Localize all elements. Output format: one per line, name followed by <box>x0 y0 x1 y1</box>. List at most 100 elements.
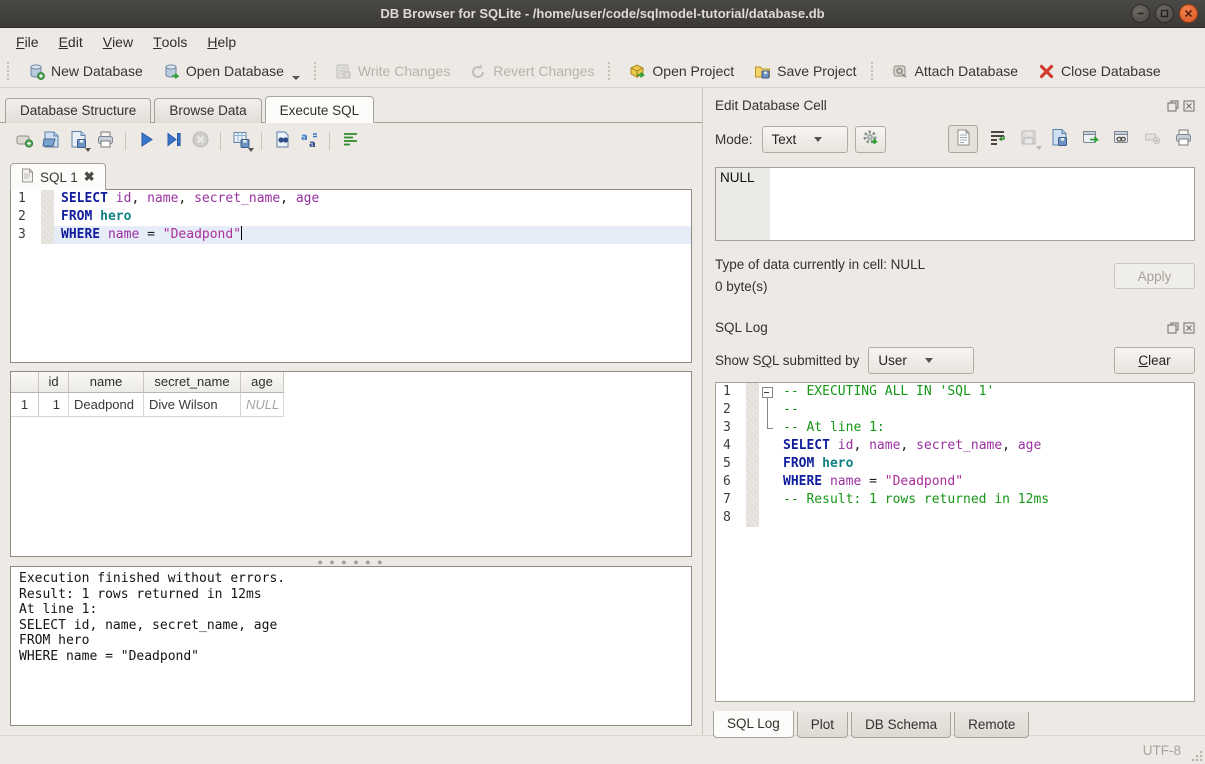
column-header-id[interactable]: id <box>39 372 69 393</box>
execution-message-box[interactable]: Execution finished without errors. Resul… <box>10 566 692 726</box>
token-id: name <box>869 438 900 453</box>
auto-switch-mode-button[interactable] <box>855 126 886 153</box>
clear-log-button[interactable]: Clear <box>1114 347 1195 374</box>
column-header-secret-name[interactable]: secret_name <box>144 372 241 393</box>
token-id: name <box>147 191 178 206</box>
dock-tab-remote[interactable]: Remote <box>954 712 1029 738</box>
close-database-button[interactable]: Close Database <box>1029 57 1170 85</box>
tab-execute-sql[interactable]: Execute SQL <box>265 96 375 123</box>
window-title: DB Browser for SQLite - /home/user/code/… <box>380 6 824 21</box>
code-text[interactable] <box>776 509 1194 527</box>
float-panel-icon[interactable] <box>1166 321 1179 334</box>
cell-value: NULL <box>716 168 770 240</box>
menu-help[interactable]: Help <box>197 28 246 55</box>
token-pl: , <box>131 191 147 206</box>
execute-line-button[interactable] <box>161 129 185 153</box>
save-results-button[interactable] <box>229 129 253 153</box>
token-id: id <box>116 191 132 206</box>
print-cell-button[interactable] <box>1171 127 1195 151</box>
minimize-button[interactable] <box>1131 4 1150 23</box>
code-text[interactable]: -- Result: 1 rows returned in 12ms <box>776 491 1194 509</box>
write-changes-button[interactable]: Write Changes <box>326 57 459 85</box>
chevron-down-icon[interactable] <box>1036 146 1042 150</box>
encoding-indicator[interactable]: UTF-8 <box>1143 743 1181 758</box>
open-link-button[interactable] <box>1109 127 1133 151</box>
code-text[interactable]: FROM hero <box>54 208 691 226</box>
import-cell-button[interactable] <box>1047 127 1071 151</box>
sql-doc-tab[interactable]: SQL 1 ✖ <box>10 163 106 190</box>
tab-browse-data[interactable]: Browse Data <box>154 98 261 123</box>
menu-edit[interactable]: Edit <box>49 28 93 55</box>
text-mode-button[interactable] <box>948 125 978 153</box>
open-external-button[interactable] <box>1078 127 1102 151</box>
code-text[interactable]: -- EXECUTING ALL IN 'SQL 1' <box>776 383 1194 401</box>
dock-tab-plot[interactable]: Plot <box>797 712 848 738</box>
row-number[interactable]: 1 <box>11 393 39 417</box>
token-pl <box>108 191 116 206</box>
chevron-down-icon[interactable] <box>292 76 300 80</box>
column-header-name[interactable]: name <box>69 372 144 393</box>
code-text[interactable]: FROM hero <box>776 455 1194 473</box>
close-panel-icon[interactable] <box>1182 99 1195 112</box>
revert-changes-button[interactable]: Revert Changes <box>461 57 603 85</box>
close-tab-icon[interactable]: ✖ <box>84 169 95 185</box>
word-wrap-button[interactable] <box>338 129 362 153</box>
tab-database-structure[interactable]: Database Structure <box>5 98 151 123</box>
format-sql-button[interactable]: aa <box>297 129 321 153</box>
sql-editor[interactable]: 1SELECT id, name, secret_name, age2FROM … <box>10 189 692 363</box>
menu-file[interactable]: File <box>6 28 49 55</box>
code-text[interactable]: -- At line 1: <box>776 419 1194 437</box>
save-project-button[interactable]: Save Project <box>745 57 865 85</box>
attach-database-button[interactable]: Attach Database <box>883 57 1028 85</box>
code-text[interactable]: -- <box>776 401 1194 419</box>
word-wrap-cell-button[interactable] <box>985 127 1009 151</box>
editor-margin <box>746 401 759 419</box>
cell-id[interactable]: 1 <box>39 393 69 417</box>
set-null-button[interactable] <box>1140 127 1164 151</box>
maximize-button[interactable] <box>1155 4 1174 23</box>
cell-name[interactable]: Deadpond <box>69 393 144 417</box>
submitted-by-select[interactable]: User <box>868 347 974 374</box>
print-sql-button[interactable] <box>93 129 117 153</box>
cell-age[interactable]: NULL <box>241 393 284 417</box>
execute-all-button[interactable] <box>134 129 158 153</box>
mode-select[interactable]: Text <box>762 126 848 153</box>
chevron-down-icon[interactable] <box>248 148 254 152</box>
format-sql-icon: aa <box>300 130 319 152</box>
code-text[interactable]: WHERE name = "Deadpond" <box>54 226 691 244</box>
menu-tools[interactable]: Tools <box>143 28 197 55</box>
line-number: 7 <box>716 491 746 509</box>
open-sql-file-button[interactable] <box>39 129 63 153</box>
column-header-age[interactable]: age <box>241 372 284 393</box>
apply-button[interactable]: Apply <box>1114 263 1195 289</box>
resize-grip-icon[interactable] <box>1191 750 1203 762</box>
editor-margin <box>746 419 759 437</box>
find-replace-button[interactable] <box>270 129 294 153</box>
save-sql-file-button[interactable] <box>66 129 90 153</box>
close-panel-icon[interactable] <box>1182 321 1195 334</box>
code-text[interactable]: SELECT id, name, secret_name, age <box>54 190 691 208</box>
cell-value-editor[interactable]: NULL <box>715 167 1195 241</box>
new-database-button[interactable]: New Database <box>19 57 152 85</box>
dock-tab-sql-log[interactable]: SQL Log <box>713 711 794 738</box>
close-button[interactable] <box>1179 4 1198 23</box>
toolbar-separator <box>261 132 262 150</box>
float-panel-icon[interactable] <box>1166 99 1179 112</box>
code-text[interactable]: WHERE name = "Deadpond" <box>776 473 1194 491</box>
save-cell-button[interactable] <box>1016 127 1040 151</box>
menu-view[interactable]: View <box>93 28 143 55</box>
chevron-down-icon[interactable] <box>85 148 91 152</box>
toolbar-button-label: Open Database <box>186 63 284 79</box>
open-database-button[interactable]: Open Database <box>154 57 309 85</box>
sql-log-view[interactable]: 1-- EXECUTING ALL IN 'SQL 1'2--3-- At li… <box>715 382 1195 702</box>
open-project-button[interactable]: Open Project <box>620 57 743 85</box>
stop-button[interactable] <box>188 129 212 153</box>
results-message-splitter[interactable]: ● ● ● ● ● ● <box>0 557 702 566</box>
dock-tab-db-schema[interactable]: DB Schema <box>851 712 951 738</box>
token-pl: , <box>1002 438 1018 453</box>
new-sql-tab-button[interactable] <box>12 129 36 153</box>
code-text[interactable]: SELECT id, name, secret_name, age <box>776 437 1194 455</box>
fold-marker-icon[interactable] <box>759 383 776 401</box>
cell-secret-name[interactable]: Dive Wilson <box>144 393 241 417</box>
grid-corner[interactable] <box>11 372 39 393</box>
